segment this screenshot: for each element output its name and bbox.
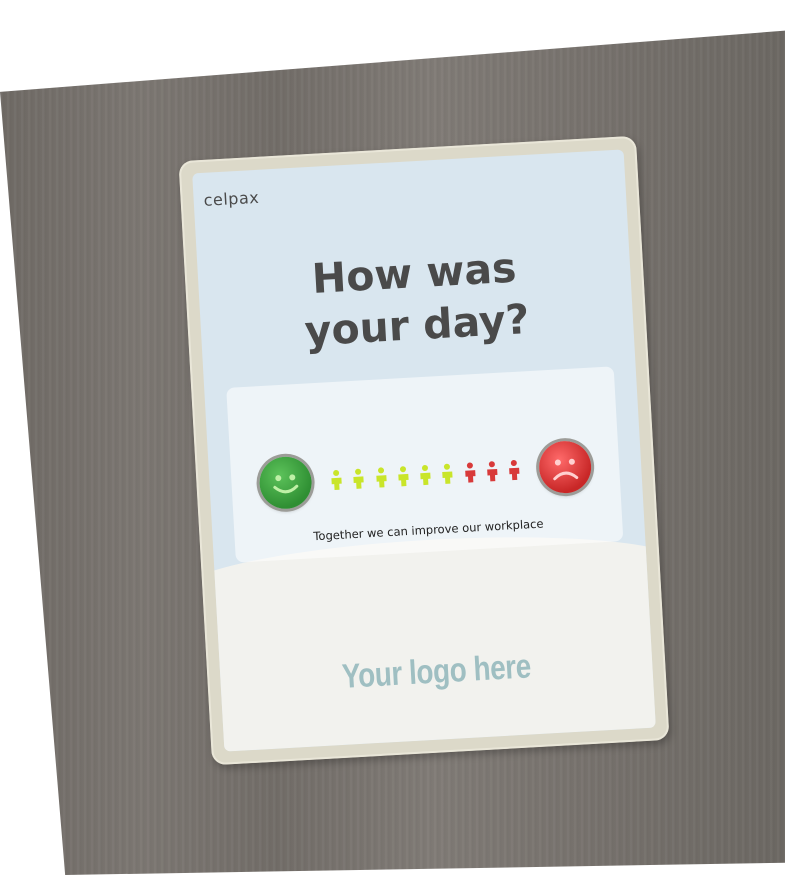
indicator-person-icon	[396, 465, 411, 488]
tagline: Together we can improve our workplace	[313, 516, 544, 544]
indicator-person-icon	[351, 467, 366, 490]
sad-button[interactable]	[537, 439, 593, 495]
brand-label: celpax	[203, 187, 260, 210]
mood-panel: Together we can improve our workplace	[226, 366, 624, 563]
indicator-person-icon	[507, 459, 522, 482]
mood-indicator-row	[329, 456, 522, 495]
indicator-person-icon	[462, 461, 477, 484]
sad-face-icon	[553, 458, 579, 481]
indicator-person-icon	[484, 460, 499, 483]
happy-button[interactable]	[258, 455, 313, 511]
indicator-person-icon	[440, 462, 455, 485]
indicator-person-icon	[329, 469, 344, 492]
happy-face-icon	[273, 474, 299, 494]
kiosk-face: celpax How was your day? Together we can…	[192, 149, 656, 752]
indicator-person-icon	[373, 466, 388, 489]
indicator-person-icon	[418, 464, 433, 487]
mood-kiosk: celpax How was your day? Together we can…	[178, 135, 670, 766]
headline: How was your day?	[197, 235, 634, 363]
